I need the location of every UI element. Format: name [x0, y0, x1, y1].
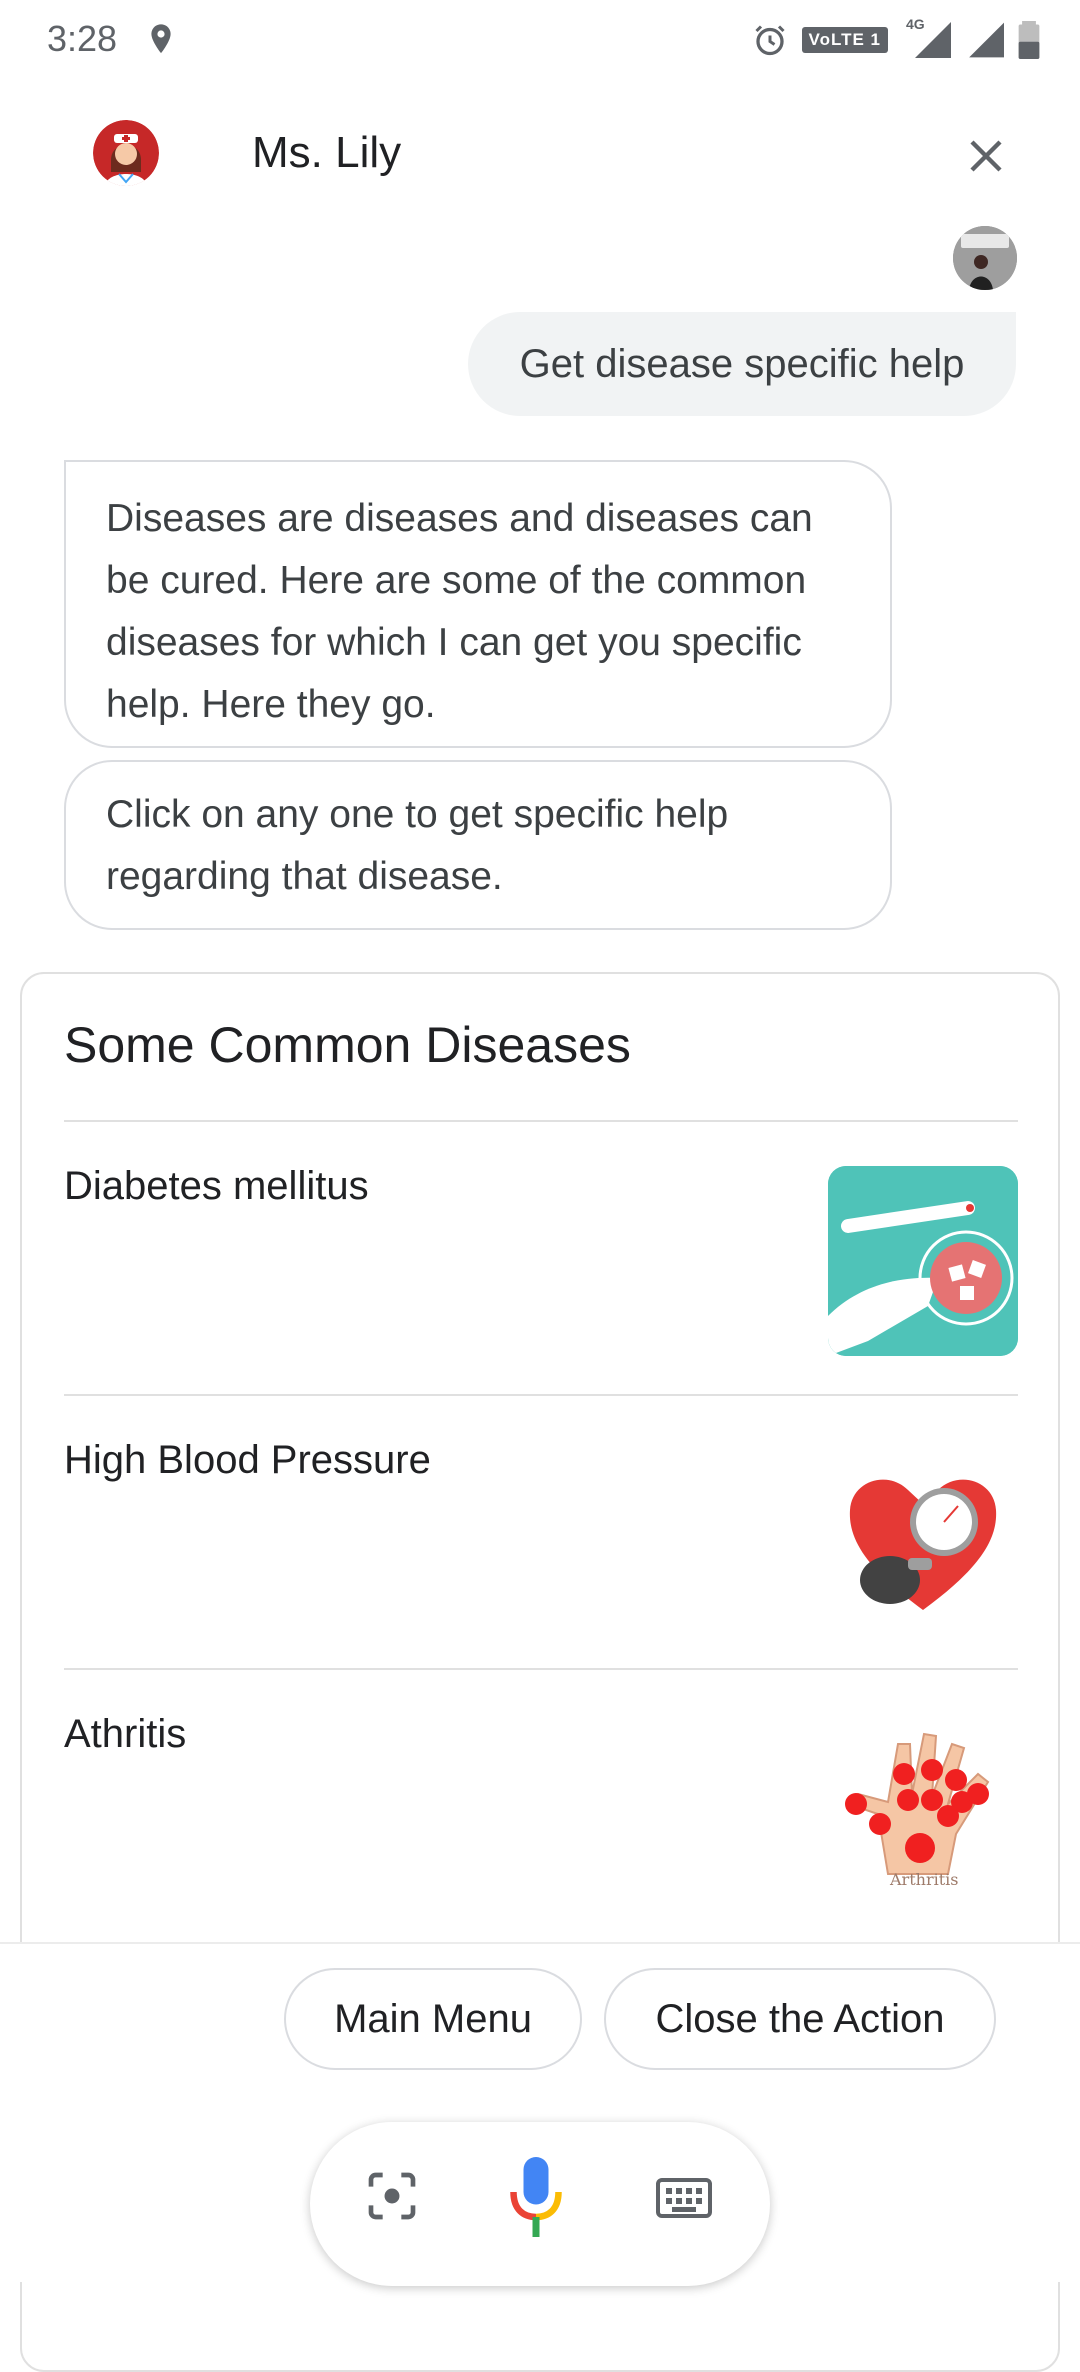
keyboard-icon[interactable]: [656, 2178, 712, 2218]
input-pill: [310, 2122, 770, 2286]
status-icons: VoLTE 1 4G: [752, 16, 1041, 62]
list-item-athritis[interactable]: Athritis Arthritis: [64, 1670, 1018, 1942]
bot-avatar: [93, 120, 159, 186]
card-title: Some Common Diseases: [64, 1017, 631, 1073]
lens-icon[interactable]: [364, 2168, 420, 2224]
mic-icon[interactable]: [506, 2154, 566, 2240]
arthritis-image: Arthritis: [828, 1714, 1018, 1904]
signal-icon: [969, 22, 1004, 58]
signal-4g-icon: 4G: [902, 16, 952, 58]
action-header: Ms. Lily: [0, 110, 1080, 210]
location-icon: [151, 24, 171, 54]
battery-icon: [1018, 21, 1040, 59]
list-item-title: High Blood Pressure: [64, 1438, 431, 1482]
close-icon[interactable]: [962, 132, 1010, 180]
diabetes-image: [828, 1166, 1018, 1356]
volte-badge: VoLTE 1: [801, 27, 888, 53]
bot-name: Ms. Lily: [252, 128, 402, 177]
list-item-title: Diabetes mellitus: [64, 1164, 369, 1208]
bot-message: Click on any one to get specific help re…: [64, 760, 892, 930]
main-menu-chip[interactable]: Main Menu: [284, 1968, 582, 2070]
close-action-chip[interactable]: Close the Action: [604, 1968, 996, 2070]
thumb-caption: Arthritis: [890, 1870, 959, 1889]
user-message: Get disease specific help: [468, 312, 1016, 416]
user-avatar: [953, 226, 1017, 290]
alarm-icon: [754, 25, 785, 56]
bottom-bar: Main Menu Close the Action: [0, 1942, 1080, 2286]
bot-message: Diseases are diseases and diseases can b…: [64, 460, 892, 748]
status-bar: 3:28 VoLTE 1 4G: [0, 0, 1080, 80]
list-item-high-blood-pressure[interactable]: High Blood Pressure: [64, 1396, 1018, 1668]
list-item-diabetes[interactable]: Diabetes mellitus: [64, 1122, 1018, 1394]
list-item-title: Athritis: [64, 1712, 187, 1756]
heart-bp-image: [828, 1440, 1018, 1630]
status-time: 3:28: [47, 18, 118, 59]
